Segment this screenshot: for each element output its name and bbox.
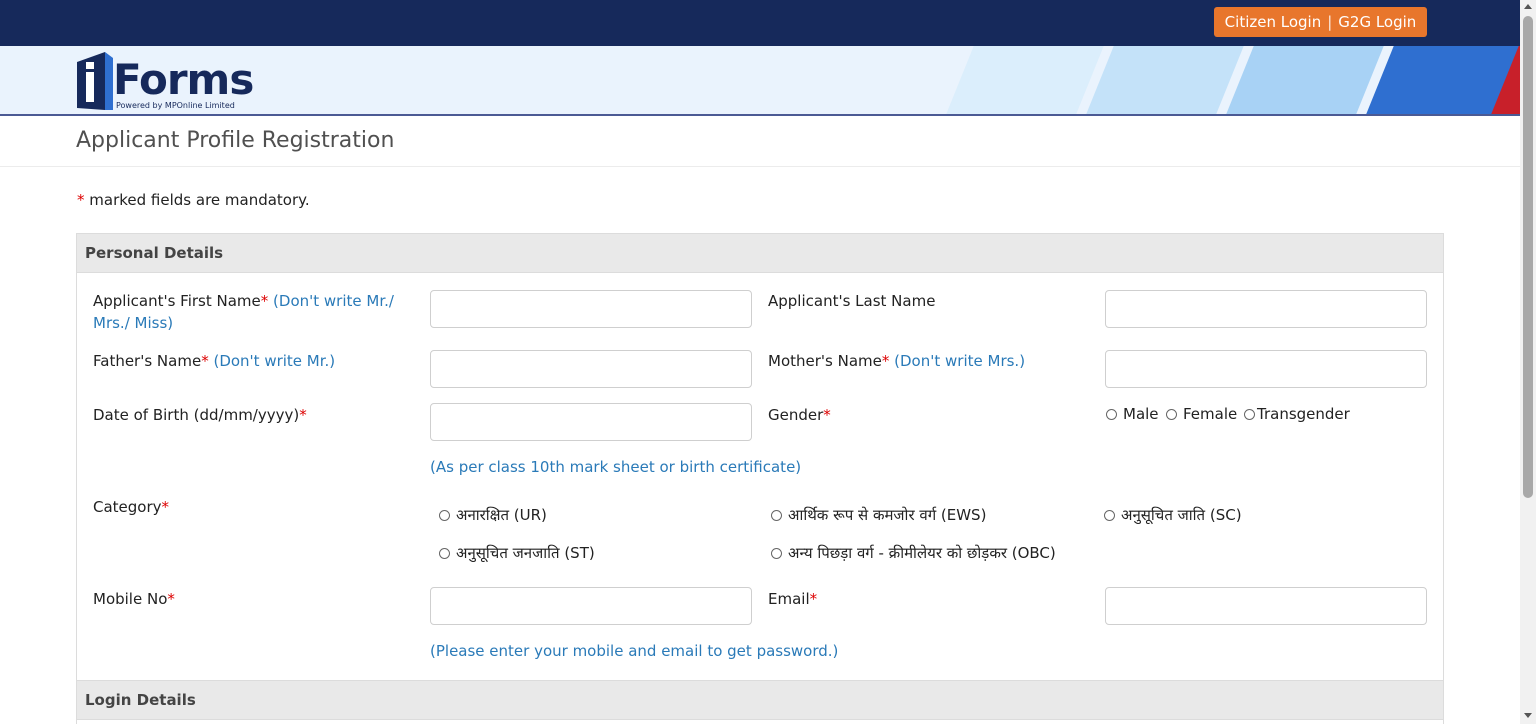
- gender-male-radio[interactable]: Male: [1106, 405, 1159, 423]
- category-ews-radio[interactable]: आर्थिक रूप से कमजोर वर्ग (EWS): [771, 505, 986, 525]
- mandatory-note: * marked fields are mandatory.: [77, 191, 310, 209]
- dob-note: (As per class 10th mark sheet or birth c…: [430, 458, 802, 476]
- radio-circle-icon[interactable]: [1244, 408, 1255, 420]
- radio-circle-icon[interactable]: [771, 509, 782, 521]
- email-input[interactable]: [1105, 587, 1427, 625]
- logo-subtitle: Powered by MPOnline Limited: [116, 101, 235, 110]
- mobile-label: Mobile No*: [93, 590, 175, 608]
- scroll-down-icon[interactable]: [1524, 713, 1532, 718]
- mother-name-input[interactable]: [1105, 350, 1427, 388]
- radio-circle-icon[interactable]: [1106, 408, 1117, 420]
- radio-circle-icon[interactable]: [1104, 509, 1115, 521]
- category-label: Category*: [93, 498, 170, 516]
- login-links[interactable]: Citizen Login | G2G Login: [1214, 7, 1427, 37]
- logo-mark-icon: [77, 52, 113, 110]
- category-ur-radio[interactable]: अनारक्षित (UR): [439, 505, 547, 525]
- category-sc-radio[interactable]: अनुसूचित जाति (SC): [1104, 505, 1242, 525]
- radio-circle-icon[interactable]: [771, 547, 782, 559]
- vertical-scrollbar[interactable]: [1520, 0, 1536, 724]
- scrollbar-thumb[interactable]: [1523, 16, 1533, 498]
- dob-input[interactable]: [430, 403, 752, 441]
- scroll-up-icon[interactable]: [1524, 4, 1532, 9]
- gender-female-radio[interactable]: Female: [1166, 405, 1237, 423]
- mobile-note: (Please enter your mobile and email to g…: [430, 642, 839, 660]
- citizen-login-link[interactable]: Citizen Login: [1225, 13, 1322, 31]
- gender-transgender-radio[interactable]: Transgender: [1244, 405, 1350, 423]
- last-name-input[interactable]: [1105, 290, 1427, 328]
- category-st-radio[interactable]: अनुसूचित जनजाति (ST): [439, 543, 595, 563]
- dob-label: Date of Birth (dd/mm/yyyy)*: [93, 406, 307, 424]
- personal-details-header: Personal Details: [76, 233, 1444, 273]
- last-name-label: Applicant's Last Name: [768, 292, 936, 310]
- radio-circle-icon[interactable]: [439, 547, 450, 559]
- page-title: Applicant Profile Registration: [76, 128, 395, 153]
- mandatory-text: marked fields are mandatory.: [89, 191, 310, 209]
- radio-circle-icon[interactable]: [439, 509, 450, 521]
- login-separator: |: [1327, 13, 1333, 31]
- mother-name-label: Mother's Name* (Don't write Mrs.): [768, 352, 1026, 370]
- top-bar: Citizen Login | G2G Login: [0, 0, 1520, 46]
- first-name-label: Applicant's First Name* (Don't write Mr.…: [93, 292, 394, 332]
- father-name-label: Father's Name* (Don't write Mr.): [93, 352, 336, 370]
- required-star: *: [77, 191, 85, 209]
- login-details-header: Login Details: [76, 680, 1444, 720]
- father-name-hint: (Don't write Mr.): [213, 352, 336, 370]
- mother-name-hint: (Don't write Mrs.): [894, 352, 1026, 370]
- email-label: Email*: [768, 590, 818, 608]
- mobile-input[interactable]: [430, 587, 752, 625]
- g2g-login-link[interactable]: G2G Login: [1338, 13, 1416, 31]
- father-name-input[interactable]: [430, 350, 752, 388]
- first-name-input[interactable]: [430, 290, 752, 328]
- radio-circle-icon[interactable]: [1166, 408, 1177, 420]
- logo-text: Forms: [113, 55, 254, 104]
- iforms-logo[interactable]: Forms Powered by MPOnline Limited: [77, 50, 257, 114]
- category-obc-radio[interactable]: अन्य पिछड़ा वर्ग - क्रीमीलेयर को छोड़कर …: [771, 543, 1056, 563]
- gender-label: Gender*: [768, 406, 831, 424]
